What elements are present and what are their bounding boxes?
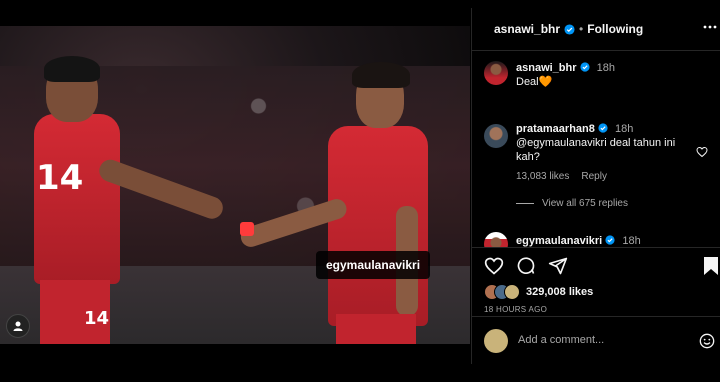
post-timestamp: 18 HOURS AGO <box>484 305 548 314</box>
comment-text: @egymaulanavikri deal tahun ini kah? <box>516 137 676 163</box>
player-right-hair <box>352 62 410 88</box>
commenter-avatar[interactable] <box>484 124 508 148</box>
emoji-icon[interactable] <box>699 333 715 349</box>
comment-meta: 13,083 likes Reply <box>516 170 694 184</box>
author-avatar[interactable] <box>484 61 508 85</box>
liker-avatar <box>504 284 520 300</box>
user-tag-icon <box>13 321 23 331</box>
comment-time: 18h <box>615 123 634 135</box>
comment-username[interactable]: asnawi_bhr <box>516 62 577 74</box>
current-user-avatar <box>484 329 508 353</box>
post-header: asnawi_bhr • Following <box>472 8 720 51</box>
view-replies-text: View all 675 replies <box>542 198 628 209</box>
author-username[interactable]: asnawi_bhr <box>494 22 560 36</box>
comment-likes[interactable]: 13,083 likes <box>516 170 569 184</box>
reply-button[interactable]: Reply <box>581 170 607 184</box>
player-left-shorts-number: 14 <box>84 308 110 329</box>
player-left-jersey <box>34 114 120 284</box>
comment-username[interactable]: egymaulanavikri <box>516 235 602 247</box>
post-side-panel: asnawi_bhr • Following asnawi_bhr 18h De… <box>471 8 720 364</box>
comment-icon[interactable] <box>516 256 536 276</box>
commenter-avatar[interactable] <box>484 232 508 247</box>
likes-row[interactable]: 329,008 likes <box>484 284 593 300</box>
comment-composer <box>472 316 720 365</box>
player-left-hair <box>44 56 100 82</box>
player-right-shorts <box>336 314 416 344</box>
liker-avatars <box>484 284 520 300</box>
verified-icon <box>605 235 615 245</box>
wristband <box>240 222 254 236</box>
comment-time: 18h <box>622 235 641 247</box>
post-photo[interactable]: 14 14 egymaulanavikri <box>0 26 470 344</box>
photo-user-tag[interactable]: egymaulanavikri <box>316 251 431 279</box>
verified-icon <box>580 62 590 72</box>
comment-text: Deal🧡 <box>516 76 553 88</box>
view-replies-link[interactable]: View all 675 replies <box>516 198 628 209</box>
likes-count[interactable]: 329,008 likes <box>526 286 593 298</box>
comment-username[interactable]: pratamaarhan8 <box>516 123 595 135</box>
more-icon[interactable] <box>703 22 717 32</box>
following-button[interactable]: Following <box>587 22 643 36</box>
comment-time: 18h <box>596 62 616 74</box>
action-bar: 329,008 likes 18 HOURS AGO <box>472 247 720 314</box>
comments-list[interactable]: asnawi_bhr 18h Deal🧡 pratamaarhan8 18h @… <box>472 51 720 247</box>
player-left-jersey-number: 14 <box>36 158 84 198</box>
save-icon[interactable] <box>703 256 719 276</box>
comment-heart-icon[interactable] <box>696 146 708 158</box>
comment-input[interactable] <box>518 334 678 346</box>
share-icon[interactable] <box>548 256 568 276</box>
user-tag-button[interactable] <box>6 314 30 338</box>
verified-icon <box>564 23 575 35</box>
verified-icon <box>598 123 608 133</box>
replies-divider <box>516 203 534 204</box>
instagram-post-window: 14 14 egymaulanavikri asnawi_bhr • Follo… <box>0 0 720 382</box>
action-icons <box>484 256 568 276</box>
header-separator: • <box>579 22 584 36</box>
heart-icon[interactable] <box>484 256 504 276</box>
